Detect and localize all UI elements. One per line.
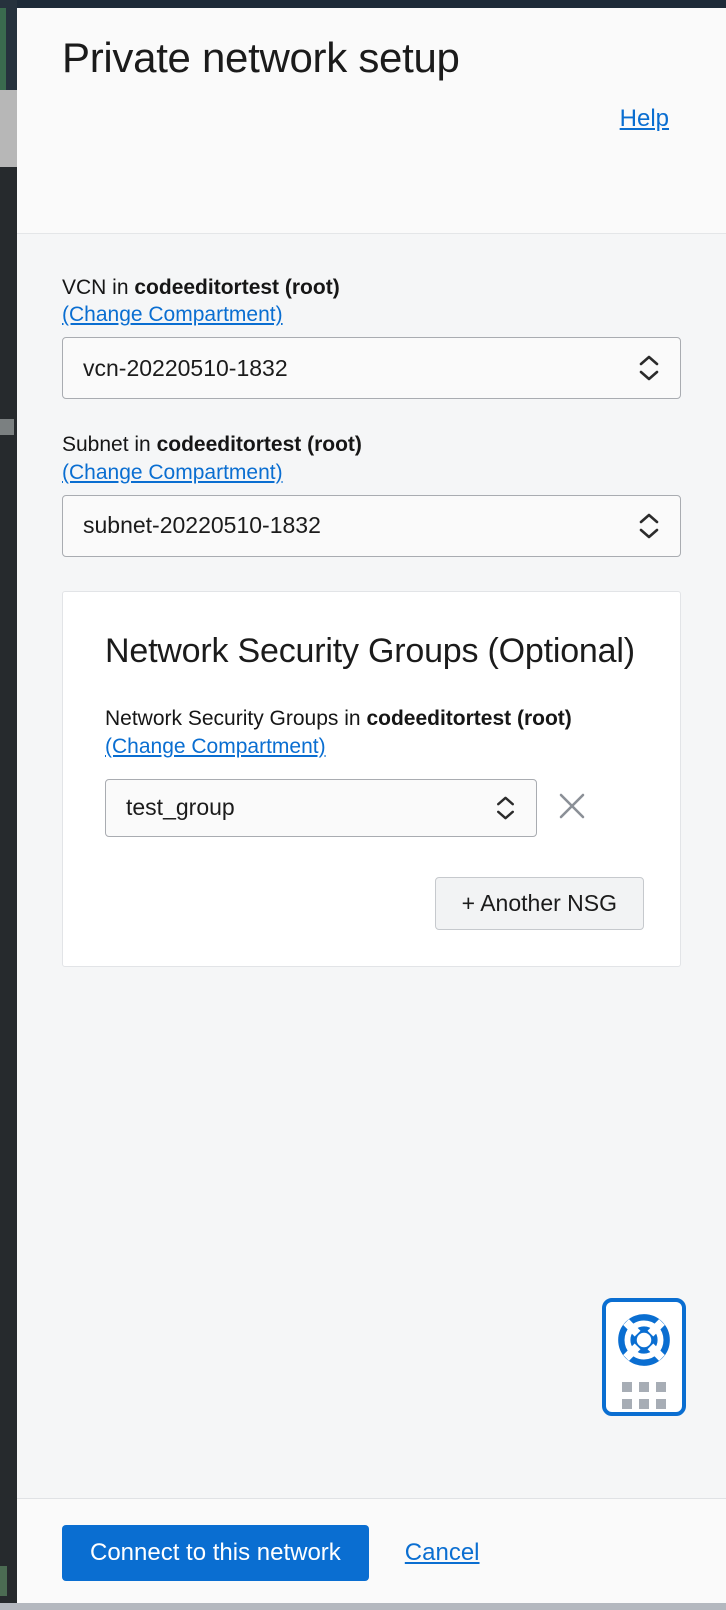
- subnet-compartment-name: codeeditortest (root): [157, 433, 362, 456]
- grid-dots-icon: [622, 1382, 666, 1409]
- add-another-nsg-button[interactable]: + Another NSG: [435, 877, 644, 930]
- page-title: Private network setup: [62, 34, 482, 82]
- nsg-label: Network Security Groups in codeeditortes…: [105, 705, 644, 734]
- subnet-select[interactable]: subnet-20220510-1832: [62, 495, 681, 557]
- nsg-actions: + Another NSG: [105, 877, 644, 930]
- panel-header: Private network setup Help: [17, 8, 726, 234]
- vcn-select-value: vcn-20220510-1832: [63, 355, 636, 382]
- window-bottom-edge: [0, 1603, 726, 1610]
- background-accent-bottom: [0, 1566, 7, 1596]
- background-page-strip: [0, 0, 17, 1610]
- close-icon: [556, 790, 588, 825]
- background-tab-sliver: [0, 419, 14, 435]
- app-screen: Private network setup Help VCN in codeed…: [0, 0, 726, 1610]
- background-scroll-region: [0, 90, 17, 167]
- nsg-change-compartment-link[interactable]: (Change Compartment): [105, 735, 326, 759]
- panel-body: VCN in codeeditortest (root) (Change Com…: [17, 234, 726, 1498]
- panel-footer: Connect to this network Cancel: [17, 1498, 726, 1610]
- support-widget-launcher[interactable]: [602, 1298, 686, 1416]
- subnet-change-compartment-link[interactable]: (Change Compartment): [62, 461, 283, 485]
- subnet-label: Subnet in codeeditortest (root): [62, 431, 681, 459]
- background-accent-top: [0, 8, 6, 90]
- help-link[interactable]: Help: [620, 105, 669, 133]
- subnet-select-value: subnet-20220510-1832: [63, 512, 636, 539]
- window-chrome-bar: [17, 0, 726, 8]
- vcn-label-prefix: VCN in: [62, 276, 134, 299]
- subnet-label-prefix: Subnet in: [62, 433, 157, 456]
- chevron-updown-icon: [636, 355, 662, 381]
- background-dark-region: [0, 167, 17, 1610]
- vcn-change-compartment-link[interactable]: (Change Compartment): [62, 303, 283, 327]
- nsg-card-title: Network Security Groups (Optional): [105, 632, 644, 671]
- connect-to-network-button[interactable]: Connect to this network: [62, 1525, 369, 1581]
- nsg-row: test_group: [105, 779, 644, 837]
- subnet-field-block: Subnet in codeeditortest (root) (Change …: [62, 431, 681, 556]
- network-security-groups-card: Network Security Groups (Optional) Netwo…: [62, 591, 681, 967]
- chevron-updown-icon: [636, 513, 662, 539]
- chevron-updown-icon: [492, 796, 518, 820]
- lifebuoy-icon: [615, 1311, 673, 1374]
- nsg-remove-button[interactable]: [551, 787, 593, 829]
- cancel-link[interactable]: Cancel: [405, 1539, 480, 1567]
- nsg-select-value: test_group: [106, 794, 492, 821]
- vcn-compartment-name: codeeditortest (root): [134, 276, 339, 299]
- vcn-select[interactable]: vcn-20220510-1832: [62, 337, 681, 399]
- vcn-label: VCN in codeeditortest (root): [62, 274, 681, 302]
- nsg-label-prefix: Network Security Groups in: [105, 707, 366, 730]
- vcn-field-block: VCN in codeeditortest (root) (Change Com…: [62, 274, 681, 399]
- private-network-setup-panel: Private network setup Help VCN in codeed…: [17, 8, 726, 1610]
- nsg-compartment-name: codeeditortest (root): [366, 707, 571, 730]
- nsg-select[interactable]: test_group: [105, 779, 537, 837]
